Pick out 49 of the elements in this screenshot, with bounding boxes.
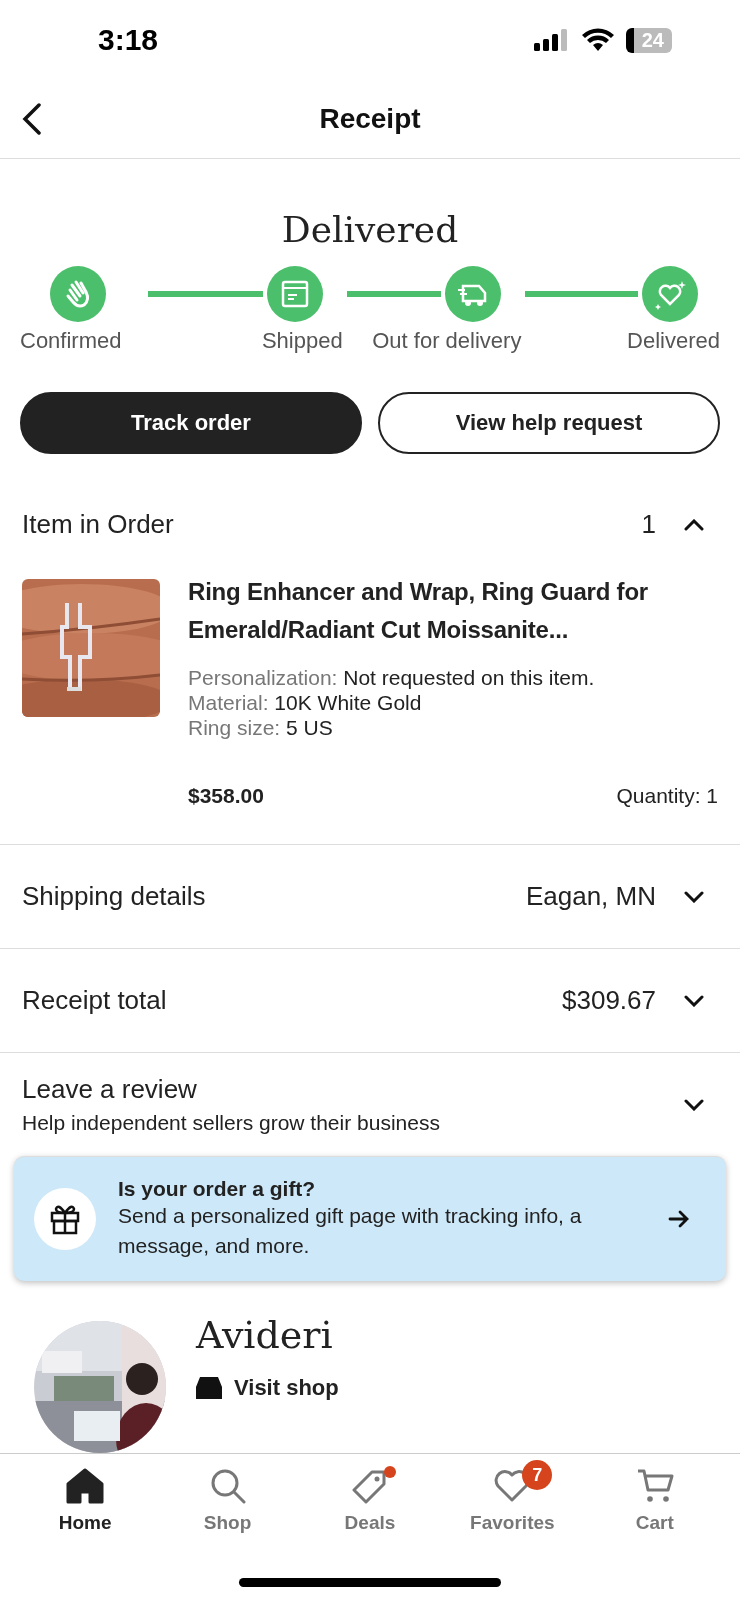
step-label: Confirmed (20, 328, 122, 354)
page-title: Receipt (319, 103, 421, 135)
arrow-right-icon (668, 1209, 690, 1229)
step-label: Shipped (261, 328, 343, 354)
item-detail: Ring size: 5 US (188, 715, 334, 740)
tag-icon (351, 1468, 388, 1504)
chevron-down-icon[interactable] (684, 890, 704, 903)
shop-icon (196, 1377, 222, 1399)
chevron-up-icon[interactable] (684, 518, 704, 531)
tab-item[interactable]: Shop (167, 1454, 288, 1564)
gift-banner[interactable]: Is your order a gift? Send a personalized gift page with tracking info, a message, and more. (14, 1156, 726, 1281)
battery-level: 24 (625, 27, 672, 53)
section-subtitle: Help independent sellers grow their business (22, 1111, 440, 1135)
tab-item[interactable]: Deals (309, 1454, 430, 1564)
section-title: Shipping details (22, 881, 206, 912)
favorites-count: 7 (522, 1460, 553, 1490)
gift-text: Send a personalized gift page with tracking info, a message, and more. (118, 1203, 583, 1259)
tab-item[interactable]: Cart (594, 1454, 715, 1564)
section-title: Item in Order (22, 509, 174, 540)
section-title: Receipt total (22, 985, 167, 1016)
section-value: Eagan, MN (525, 881, 656, 912)
step-label: Delivered (627, 328, 720, 354)
gift-title: Is your order a gift? (118, 1177, 317, 1201)
gift-icon (34, 1188, 96, 1250)
item-quantity: Quantity: 1 (616, 784, 718, 808)
item-title[interactable]: Ring Enhancer and Wrap, Ring Guard for Emerald/Radiant Cut Moissanite... (188, 573, 718, 649)
chevron-down-icon[interactable] (684, 1098, 704, 1111)
shop-name[interactable]: Avideri (196, 1313, 339, 1357)
status-time: 3:18 (98, 23, 159, 57)
item-detail: Personalization: Not requested on this item. (188, 665, 596, 690)
signal-icon (533, 29, 570, 51)
status-title: Delivered (280, 209, 460, 250)
item-count: 1 (641, 509, 656, 540)
help-request-button[interactable]: View help request (378, 392, 720, 454)
section-value: $309.67 (562, 985, 656, 1016)
visit-shop-link[interactable]: Visit shop (234, 1375, 339, 1401)
search-icon (209, 1468, 246, 1504)
step-label: Out for delivery (372, 328, 522, 354)
chevron-down-icon[interactable] (684, 994, 704, 1007)
back-icon[interactable] (22, 103, 42, 135)
cart-icon (635, 1468, 674, 1504)
wifi-icon (581, 28, 614, 52)
home-icon (66, 1468, 105, 1504)
item-detail: Material: 10K White Gold (188, 690, 423, 715)
tab-item[interactable]: 7 Favorites (452, 1454, 573, 1564)
track-order-button[interactable]: Track order (20, 392, 362, 454)
tab-item[interactable]: Home (25, 1454, 146, 1564)
item-price: $358.00 (188, 784, 264, 808)
section-title: Leave a review (22, 1074, 198, 1105)
